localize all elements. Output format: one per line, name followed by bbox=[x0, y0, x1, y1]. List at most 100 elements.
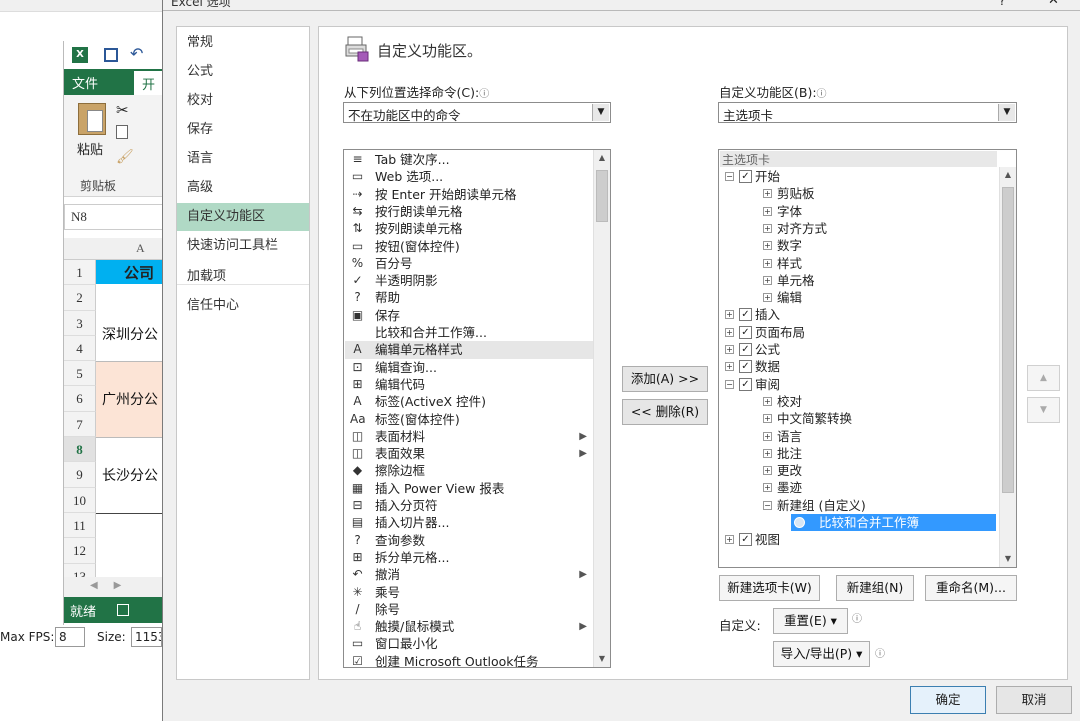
column-a-header[interactable]: A bbox=[136, 241, 145, 256]
expand-icon[interactable]: + bbox=[763, 206, 772, 216]
command-item[interactable]: ⊟ 插入分页符 bbox=[345, 497, 593, 514]
tree-item[interactable]: − ✓ 审阅 bbox=[719, 376, 999, 393]
tab-checkbox[interactable]: ✓ bbox=[739, 170, 752, 183]
help-button[interactable]: ? bbox=[999, 0, 1005, 8]
command-item[interactable]: ☝ 触摸/鼠标模式 ▶ bbox=[345, 618, 593, 635]
command-item[interactable]: ⇆ 按行朗读单元格 bbox=[345, 203, 593, 220]
tree-scrollbar[interactable]: ▲ ▼ bbox=[999, 167, 1016, 567]
import-export-button[interactable]: 导入/导出(P) ▾ bbox=[773, 641, 870, 667]
tree-item[interactable]: + 剪贴板 bbox=[719, 185, 999, 202]
command-item[interactable]: ⇅ 按列朗读单元格 bbox=[345, 220, 593, 237]
command-item[interactable]: ▣ 保存 bbox=[345, 307, 593, 324]
command-item[interactable]: % 百分号 bbox=[345, 255, 593, 272]
command-item[interactable]: ? 查询参数 bbox=[345, 532, 593, 549]
command-item[interactable]: ? 帮助 bbox=[345, 289, 593, 306]
cancel-button[interactable]: 取消 bbox=[996, 686, 1072, 714]
expand-icon[interactable]: + bbox=[763, 431, 772, 441]
tree-item[interactable]: + ✓ 数据 bbox=[719, 358, 999, 375]
expand-icon[interactable]: + bbox=[763, 275, 772, 285]
tree-item[interactable]: + 墨迹 bbox=[719, 479, 999, 496]
tree-item[interactable]: + ✓ 视图 bbox=[719, 531, 999, 548]
command-item[interactable]: ⊞ 拆分单元格... bbox=[345, 549, 593, 566]
nav-item[interactable]: 校对 bbox=[177, 87, 309, 115]
nav-item[interactable]: 保存 bbox=[177, 116, 309, 144]
command-item[interactable]: ✳ 乘号 bbox=[345, 584, 593, 601]
customize-ribbon-select[interactable]: 主选项卡 ▼ bbox=[718, 102, 1017, 123]
command-item[interactable]: ↶ 撤消 ▶ bbox=[345, 566, 593, 583]
tree-item[interactable]: − 新建组 (自定义) bbox=[719, 497, 999, 514]
row-header[interactable]: 7 bbox=[64, 411, 96, 438]
commands-scrollbar[interactable]: ▲ ▼ bbox=[593, 150, 610, 667]
nav-item[interactable]: 公式 bbox=[177, 58, 309, 86]
normal-view-icon[interactable] bbox=[117, 604, 129, 616]
reset-button[interactable]: 重置(E) ▾ bbox=[773, 608, 848, 634]
expand-icon[interactable]: + bbox=[763, 414, 772, 424]
cut-icon[interactable]: ✂ bbox=[116, 101, 129, 119]
undo-icon[interactable]: ↶ bbox=[130, 44, 143, 63]
row-header[interactable]: 9 bbox=[64, 462, 96, 488]
row-header[interactable]: 12 bbox=[64, 538, 96, 564]
fps-input[interactable]: 8 bbox=[55, 627, 85, 647]
tree-item[interactable]: 比较和合并工作簿 bbox=[719, 514, 999, 531]
row-header[interactable]: 4 bbox=[64, 335, 96, 362]
collapse-icon[interactable]: − bbox=[725, 172, 734, 181]
nav-item[interactable]: 高级 bbox=[177, 174, 309, 202]
tree-item[interactable]: + 校对 bbox=[719, 393, 999, 410]
collapse-icon[interactable]: − bbox=[725, 379, 734, 389]
worksheet-grid[interactable]: A 12345678910111213 公司 深圳分公 广州分公 长沙分公 bbox=[64, 238, 163, 589]
tree-item[interactable]: + 样式 bbox=[719, 255, 999, 272]
command-item[interactable]: ◆ 擦除边框 bbox=[345, 462, 593, 479]
move-up-button[interactable]: ▲ bbox=[1027, 365, 1060, 391]
command-item[interactable]: ▭ 窗口最小化 bbox=[345, 635, 593, 652]
row-header[interactable]: 8 bbox=[64, 437, 96, 463]
sheet-scrollbar[interactable]: ◀ ▶ bbox=[64, 577, 163, 597]
expand-icon[interactable]: + bbox=[763, 189, 772, 199]
tree-item[interactable]: + ✓ 公式 bbox=[719, 341, 999, 358]
scroll-thumb[interactable] bbox=[596, 170, 608, 222]
paste-button-label[interactable]: 粘贴 bbox=[77, 139, 103, 158]
chevron-down-icon[interactable]: ▼ bbox=[998, 104, 1015, 121]
expand-icon[interactable]: + bbox=[763, 396, 772, 406]
expand-icon[interactable]: + bbox=[725, 535, 734, 545]
tree-item[interactable]: + 批注 bbox=[719, 445, 999, 462]
commands-list[interactable]: ▲ ▼ ≡ Tab 键次序... ▭ Web 选项... ⇢ 按 Enter 开始朗读单元… bbox=[343, 149, 611, 668]
command-item[interactable]: / 除号 bbox=[345, 601, 593, 618]
chevron-down-icon[interactable]: ▼ bbox=[592, 104, 609, 121]
row-header[interactable]: 10 bbox=[64, 487, 96, 513]
tab-checkbox[interactable]: ✓ bbox=[739, 325, 752, 339]
expand-icon[interactable]: + bbox=[763, 293, 772, 303]
tree-item[interactable]: + ✓ 插入 bbox=[719, 306, 999, 323]
expand-icon[interactable]: + bbox=[763, 483, 772, 493]
expand-icon[interactable]: + bbox=[725, 327, 734, 337]
tree-item[interactable]: + 字体 bbox=[719, 203, 999, 220]
add-button[interactable]: 添加(A) >> bbox=[622, 366, 708, 392]
row-header[interactable]: 6 bbox=[64, 386, 96, 412]
ok-button[interactable]: 确定 bbox=[910, 686, 986, 714]
command-item[interactable]: Aa 标签(窗体控件) bbox=[345, 411, 593, 428]
command-item[interactable]: A 编辑单元格样式 bbox=[345, 341, 593, 359]
nav-item[interactable]: 自定义功能区 bbox=[177, 203, 309, 231]
nav-item[interactable]: 加载项 bbox=[177, 263, 309, 291]
tab-home[interactable]: 开始 bbox=[134, 71, 163, 95]
rename-button[interactable]: 重命名(M)... bbox=[925, 575, 1017, 601]
tab-file[interactable]: 文件 bbox=[72, 73, 98, 92]
tree-item[interactable]: + 中文简繁转换 bbox=[719, 410, 999, 427]
close-button[interactable]: ✕ bbox=[1048, 0, 1059, 8]
paste-icon[interactable] bbox=[78, 103, 106, 135]
nav-item[interactable]: 常规 bbox=[177, 29, 309, 57]
scroll-down-icon[interactable]: ▼ bbox=[594, 651, 610, 667]
tree-item[interactable]: + 更改 bbox=[719, 462, 999, 479]
expand-icon[interactable]: + bbox=[763, 258, 772, 268]
command-item[interactable]: ▤ 插入切片器... bbox=[345, 514, 593, 531]
new-tab-button[interactable]: 新建选项卡(W) bbox=[719, 575, 820, 601]
row-header[interactable]: 3 bbox=[64, 310, 96, 336]
scroll-up-icon[interactable]: ▲ bbox=[594, 150, 610, 166]
name-box[interactable]: N8 bbox=[64, 204, 163, 230]
tab-checkbox[interactable]: ✓ bbox=[739, 533, 752, 547]
row-header[interactable]: 2 bbox=[64, 285, 96, 311]
scroll-up-icon[interactable]: ▲ bbox=[1000, 167, 1016, 183]
tree-item[interactable]: + 编辑 bbox=[719, 289, 999, 306]
row-header[interactable]: 11 bbox=[64, 512, 96, 539]
nav-item[interactable]: 信任中心 bbox=[177, 292, 309, 320]
nav-item[interactable]: 语言 bbox=[177, 145, 309, 173]
